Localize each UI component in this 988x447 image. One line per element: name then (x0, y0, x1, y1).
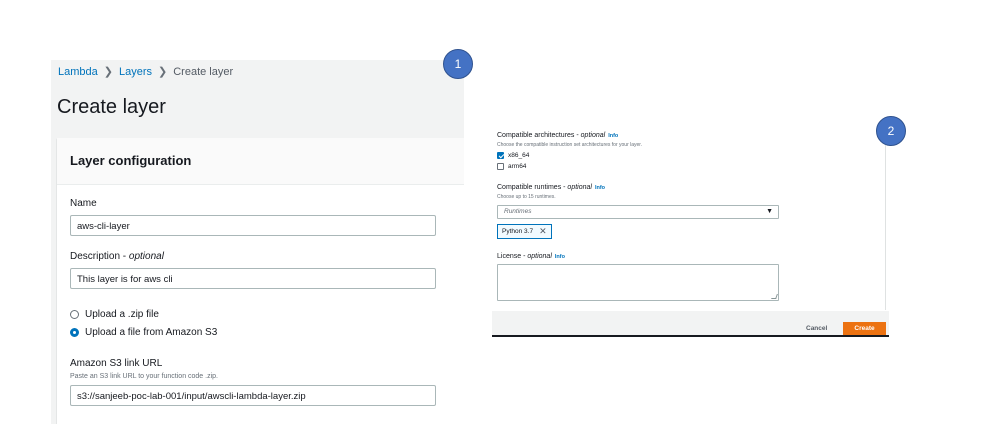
s3-url-input[interactable]: s3://sanjeeb-poc-lab-001/input/awscli-la… (70, 385, 436, 406)
name-input[interactable]: aws-cli-layer (70, 215, 436, 236)
resize-grip-icon[interactable] (771, 294, 778, 299)
architectures-hint: Choose the compatible instruction set ar… (497, 142, 643, 148)
architectures-info-link[interactable]: Info (608, 133, 618, 139)
action-footer: Cancel Create (492, 311, 889, 337)
description-optional: optional (128, 251, 164, 262)
s3-url-label: Amazon S3 link URL (70, 358, 163, 369)
breadcrumb: Lambda ❯ Layers ❯ Create layer (58, 65, 233, 78)
description-input[interactable]: This layer is for aws cli (70, 268, 436, 289)
checkbox-checked-icon[interactable] (497, 152, 504, 159)
runtimes-optional: optional (567, 184, 592, 191)
runtimes-info-link[interactable]: Info (595, 185, 605, 191)
runtimes-label-text: Compatible runtimes - (497, 184, 568, 191)
radio-selected-icon[interactable] (70, 328, 79, 337)
runtimes-hint: Choose up to 15 runtimes. (497, 194, 556, 200)
arch-arm-option[interactable]: arm64 (497, 163, 526, 170)
create-layer-panel: Lambda ❯ Layers ❯ Create layer Create layer … (51, 60, 464, 424)
chevron-right-icon: ❯ (158, 66, 168, 78)
caret-down-icon: ▼ (766, 208, 773, 215)
breadcrumb-current: Create layer (173, 66, 234, 78)
upload-zip-label: Upload a .zip file (85, 309, 159, 320)
architectures-label-text: Compatible architectures - (497, 132, 581, 139)
page-title: Create layer (57, 96, 166, 118)
runtime-token: Python 3.7 ✕ (497, 224, 552, 239)
runtimes-label: Compatible runtimes - optional Info (497, 184, 605, 191)
description-label-text: Description - (70, 251, 129, 262)
architectures-optional: optional (580, 132, 606, 139)
s3-url-hint: Paste an S3 link URL to your function co… (70, 373, 218, 380)
upload-s3-label: Upload a file from Amazon S3 (85, 327, 218, 338)
breadcrumb-layers[interactable]: Layers (119, 66, 152, 78)
close-icon[interactable]: ✕ (539, 225, 547, 238)
upload-zip-option[interactable]: Upload a .zip file (70, 309, 159, 320)
checkbox-unchecked-icon[interactable] (497, 163, 504, 170)
license-label-text: License - (497, 253, 528, 260)
license-textarea[interactable] (497, 264, 779, 301)
radio-unselected-icon[interactable] (70, 310, 79, 319)
arch-arm-label: arm64 (508, 163, 527, 170)
license-label: License - optional Info (497, 253, 565, 260)
name-label: Name (70, 198, 97, 209)
layer-options-panel: Compatible architectures - optional Info … (492, 120, 889, 337)
layer-options-body: Compatible architectures - optional Info … (492, 120, 886, 310)
runtimes-select[interactable]: Runtimes ▼ (497, 205, 779, 219)
step-badge-2: 2 (876, 116, 906, 146)
card-heading: Layer configuration (57, 138, 464, 185)
breadcrumb-lambda[interactable]: Lambda (58, 66, 98, 78)
license-optional: optional (527, 253, 552, 260)
runtimes-placeholder: Runtimes (504, 208, 532, 215)
architectures-label: Compatible architectures - optional Info (497, 132, 618, 139)
layer-configuration-card: Layer configuration Name aws-cli-layer D… (57, 138, 464, 424)
upload-s3-option[interactable]: Upload a file from Amazon S3 (70, 327, 217, 338)
step-badge-1: 1 (443, 49, 473, 79)
arch-x86-option[interactable]: x86_64 (497, 152, 529, 159)
create-button[interactable]: Create (843, 322, 886, 335)
license-info-link[interactable]: Info (555, 254, 565, 260)
description-label: Description - optional (70, 251, 164, 262)
arch-x86-label: x86_64 (508, 152, 530, 159)
cancel-button[interactable]: Cancel (806, 325, 827, 332)
chevron-right-icon: ❯ (103, 66, 113, 78)
runtime-token-label: Python 3.7 (502, 228, 534, 235)
